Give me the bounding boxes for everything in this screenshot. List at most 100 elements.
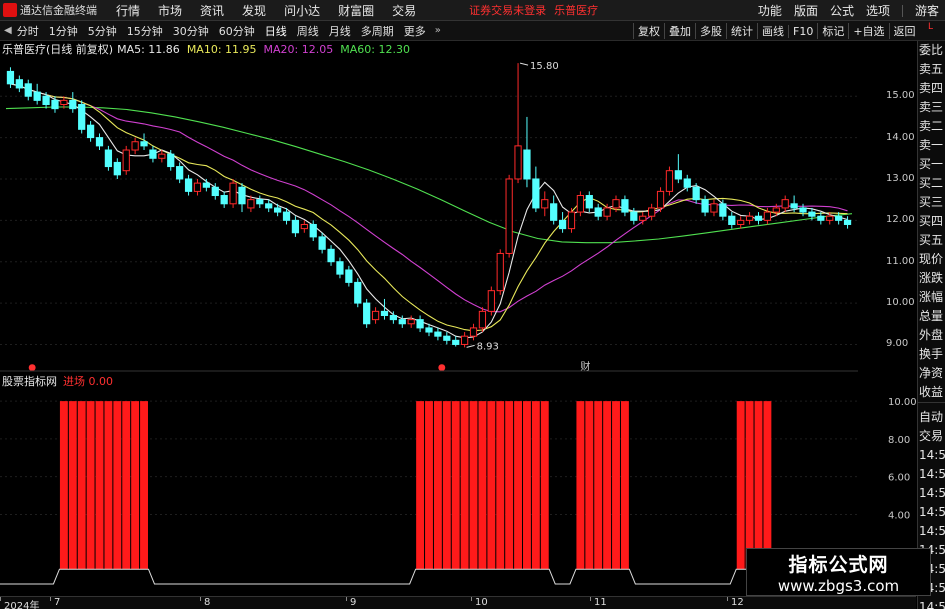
side-label[interactable]: 卖五 (918, 60, 945, 79)
side-label[interactable]: 卖二 (918, 117, 945, 136)
side-label[interactable]: 外盘 (918, 326, 945, 345)
tool-adjust[interactable]: 复权 (633, 23, 664, 39)
date-tick (0, 597, 1, 601)
user-guest[interactable]: 游客 (915, 2, 939, 19)
period-30min[interactable]: 30分钟 (173, 23, 209, 39)
candle-body (763, 211, 772, 221)
menu-layout[interactable]: 版面 (794, 2, 818, 19)
menu-discover[interactable]: 发现 (242, 2, 266, 19)
indicator-name: 股票指标网 (2, 375, 57, 388)
signal-bar (416, 401, 425, 570)
side-label[interactable]: 收益 (918, 383, 945, 402)
menu-formula[interactable]: 公式 (830, 2, 854, 19)
menu-trade[interactable]: 交易 (392, 2, 416, 19)
period-multi[interactable]: 多周期 (361, 23, 394, 39)
period-intraday[interactable]: 分时 (17, 23, 39, 39)
menu-options[interactable]: 选项 (866, 2, 890, 19)
menu-market[interactable]: 市场 (158, 2, 182, 19)
candle-body (478, 310, 487, 329)
menu-news[interactable]: 资讯 (200, 2, 224, 19)
candle-body (291, 219, 300, 234)
side-sub-label[interactable]: 交易 (918, 427, 945, 446)
tool-overlay[interactable]: 叠加 (664, 23, 695, 39)
side-label[interactable]: 买三 (918, 193, 945, 212)
side-label[interactable]: 委比 (918, 41, 945, 60)
candle-body (176, 166, 184, 180)
period-more[interactable]: 更多 (404, 23, 426, 39)
candle-body (799, 207, 807, 213)
price-tick-label: 9.00 (886, 338, 909, 350)
side-label[interactable]: 涨跌 (918, 269, 945, 288)
app-title: 通达信金融终端 (20, 4, 97, 17)
period-60min[interactable]: 60分钟 (219, 23, 255, 39)
candlestick-chart[interactable]: 15.808.93● ● 财 (0, 41, 858, 372)
period-daily[interactable]: 日线 (265, 23, 287, 39)
period-weekly[interactable]: 周线 (297, 23, 319, 39)
side-label[interactable]: 卖四 (918, 79, 945, 98)
candle-body (184, 178, 193, 192)
tool-stats[interactable]: 统计 (726, 23, 757, 39)
side-sub-label[interactable]: 14:50 (918, 484, 945, 503)
side-label[interactable]: 买五 (918, 231, 945, 250)
candle-body (282, 211, 291, 221)
candle-body (60, 99, 68, 106)
period-5min[interactable]: 5分钟 (88, 23, 117, 39)
high-label: 15.80 (530, 61, 559, 72)
side-sub-label[interactable]: 14:50 (918, 598, 945, 609)
watermark-url: www.zbgs3.com (777, 576, 900, 595)
ma60-line (5, 106, 853, 244)
side-label[interactable]: 买一 (918, 155, 945, 174)
candle-body (229, 182, 237, 205)
candle-body (754, 215, 763, 221)
sidebar-toggle-icon[interactable]: ◀ (4, 25, 12, 36)
menu-quotes[interactable]: 行情 (116, 2, 140, 19)
date-tick-label: 2024年 (4, 601, 40, 609)
tool-mark[interactable]: 标记 (817, 23, 848, 39)
signal-bar (442, 401, 451, 570)
side-label[interactable]: 现价 (918, 250, 945, 269)
tool-draw[interactable]: 画线 (757, 23, 788, 39)
candle-body (835, 215, 843, 221)
stock-link[interactable]: 乐普医疗 (554, 2, 598, 18)
signal-bar (745, 401, 754, 570)
tool-add-watchlist[interactable]: +自选 (848, 23, 888, 39)
tool-back[interactable]: 返回 (888, 23, 920, 39)
candle-body (363, 302, 371, 325)
side-label[interactable]: 卖一 (918, 136, 945, 155)
tool-multi-stock[interactable]: 多股 (695, 23, 726, 39)
side-label[interactable]: 涨幅 (918, 288, 945, 307)
side-label[interactable]: 买二 (918, 174, 945, 193)
period-monthly[interactable]: 月线 (329, 23, 351, 39)
side-sub-label[interactable]: 14:50 (918, 465, 945, 484)
candle-body (532, 178, 540, 209)
candle-body (505, 178, 513, 254)
side-sub-label[interactable]: 14:50 (918, 446, 945, 465)
login-notice[interactable]: 证券交易未登录 (469, 2, 546, 18)
candle-body (639, 215, 647, 221)
side-label[interactable]: 卖三 (918, 98, 945, 117)
period-15min[interactable]: 15分钟 (127, 23, 163, 39)
date-tick-label: 10 (475, 597, 488, 608)
candle-body (327, 248, 335, 263)
side-sub-label[interactable]: 14:50 (918, 522, 945, 541)
period-1min[interactable]: 1分钟 (49, 23, 78, 39)
menu-function[interactable]: 功能 (758, 2, 782, 19)
candle-body (15, 79, 23, 89)
candle-body (140, 141, 148, 147)
menu-ask[interactable]: 问小达 (284, 2, 320, 19)
tool-f10[interactable]: F10 (788, 24, 817, 38)
date-tick-label: 8 (204, 597, 211, 608)
chevron-right-icon[interactable]: » (435, 25, 441, 36)
side-sub-label[interactable]: 自动 (918, 408, 945, 427)
side-label[interactable]: 换手 (918, 345, 945, 364)
candle-body (585, 195, 593, 209)
low-pointer (466, 344, 475, 348)
side-label[interactable]: 净资 (918, 364, 945, 383)
side-label[interactable]: 买四 (918, 212, 945, 231)
top-right-menu: 功能 版面 公式 选项 游客 (752, 0, 945, 21)
side-sub-label[interactable]: 14:50 (918, 503, 945, 522)
candle-body (772, 207, 780, 213)
candle-body (612, 199, 620, 209)
menu-wealth[interactable]: 财富圈 (338, 2, 374, 19)
side-label[interactable]: 总量 (918, 307, 945, 326)
